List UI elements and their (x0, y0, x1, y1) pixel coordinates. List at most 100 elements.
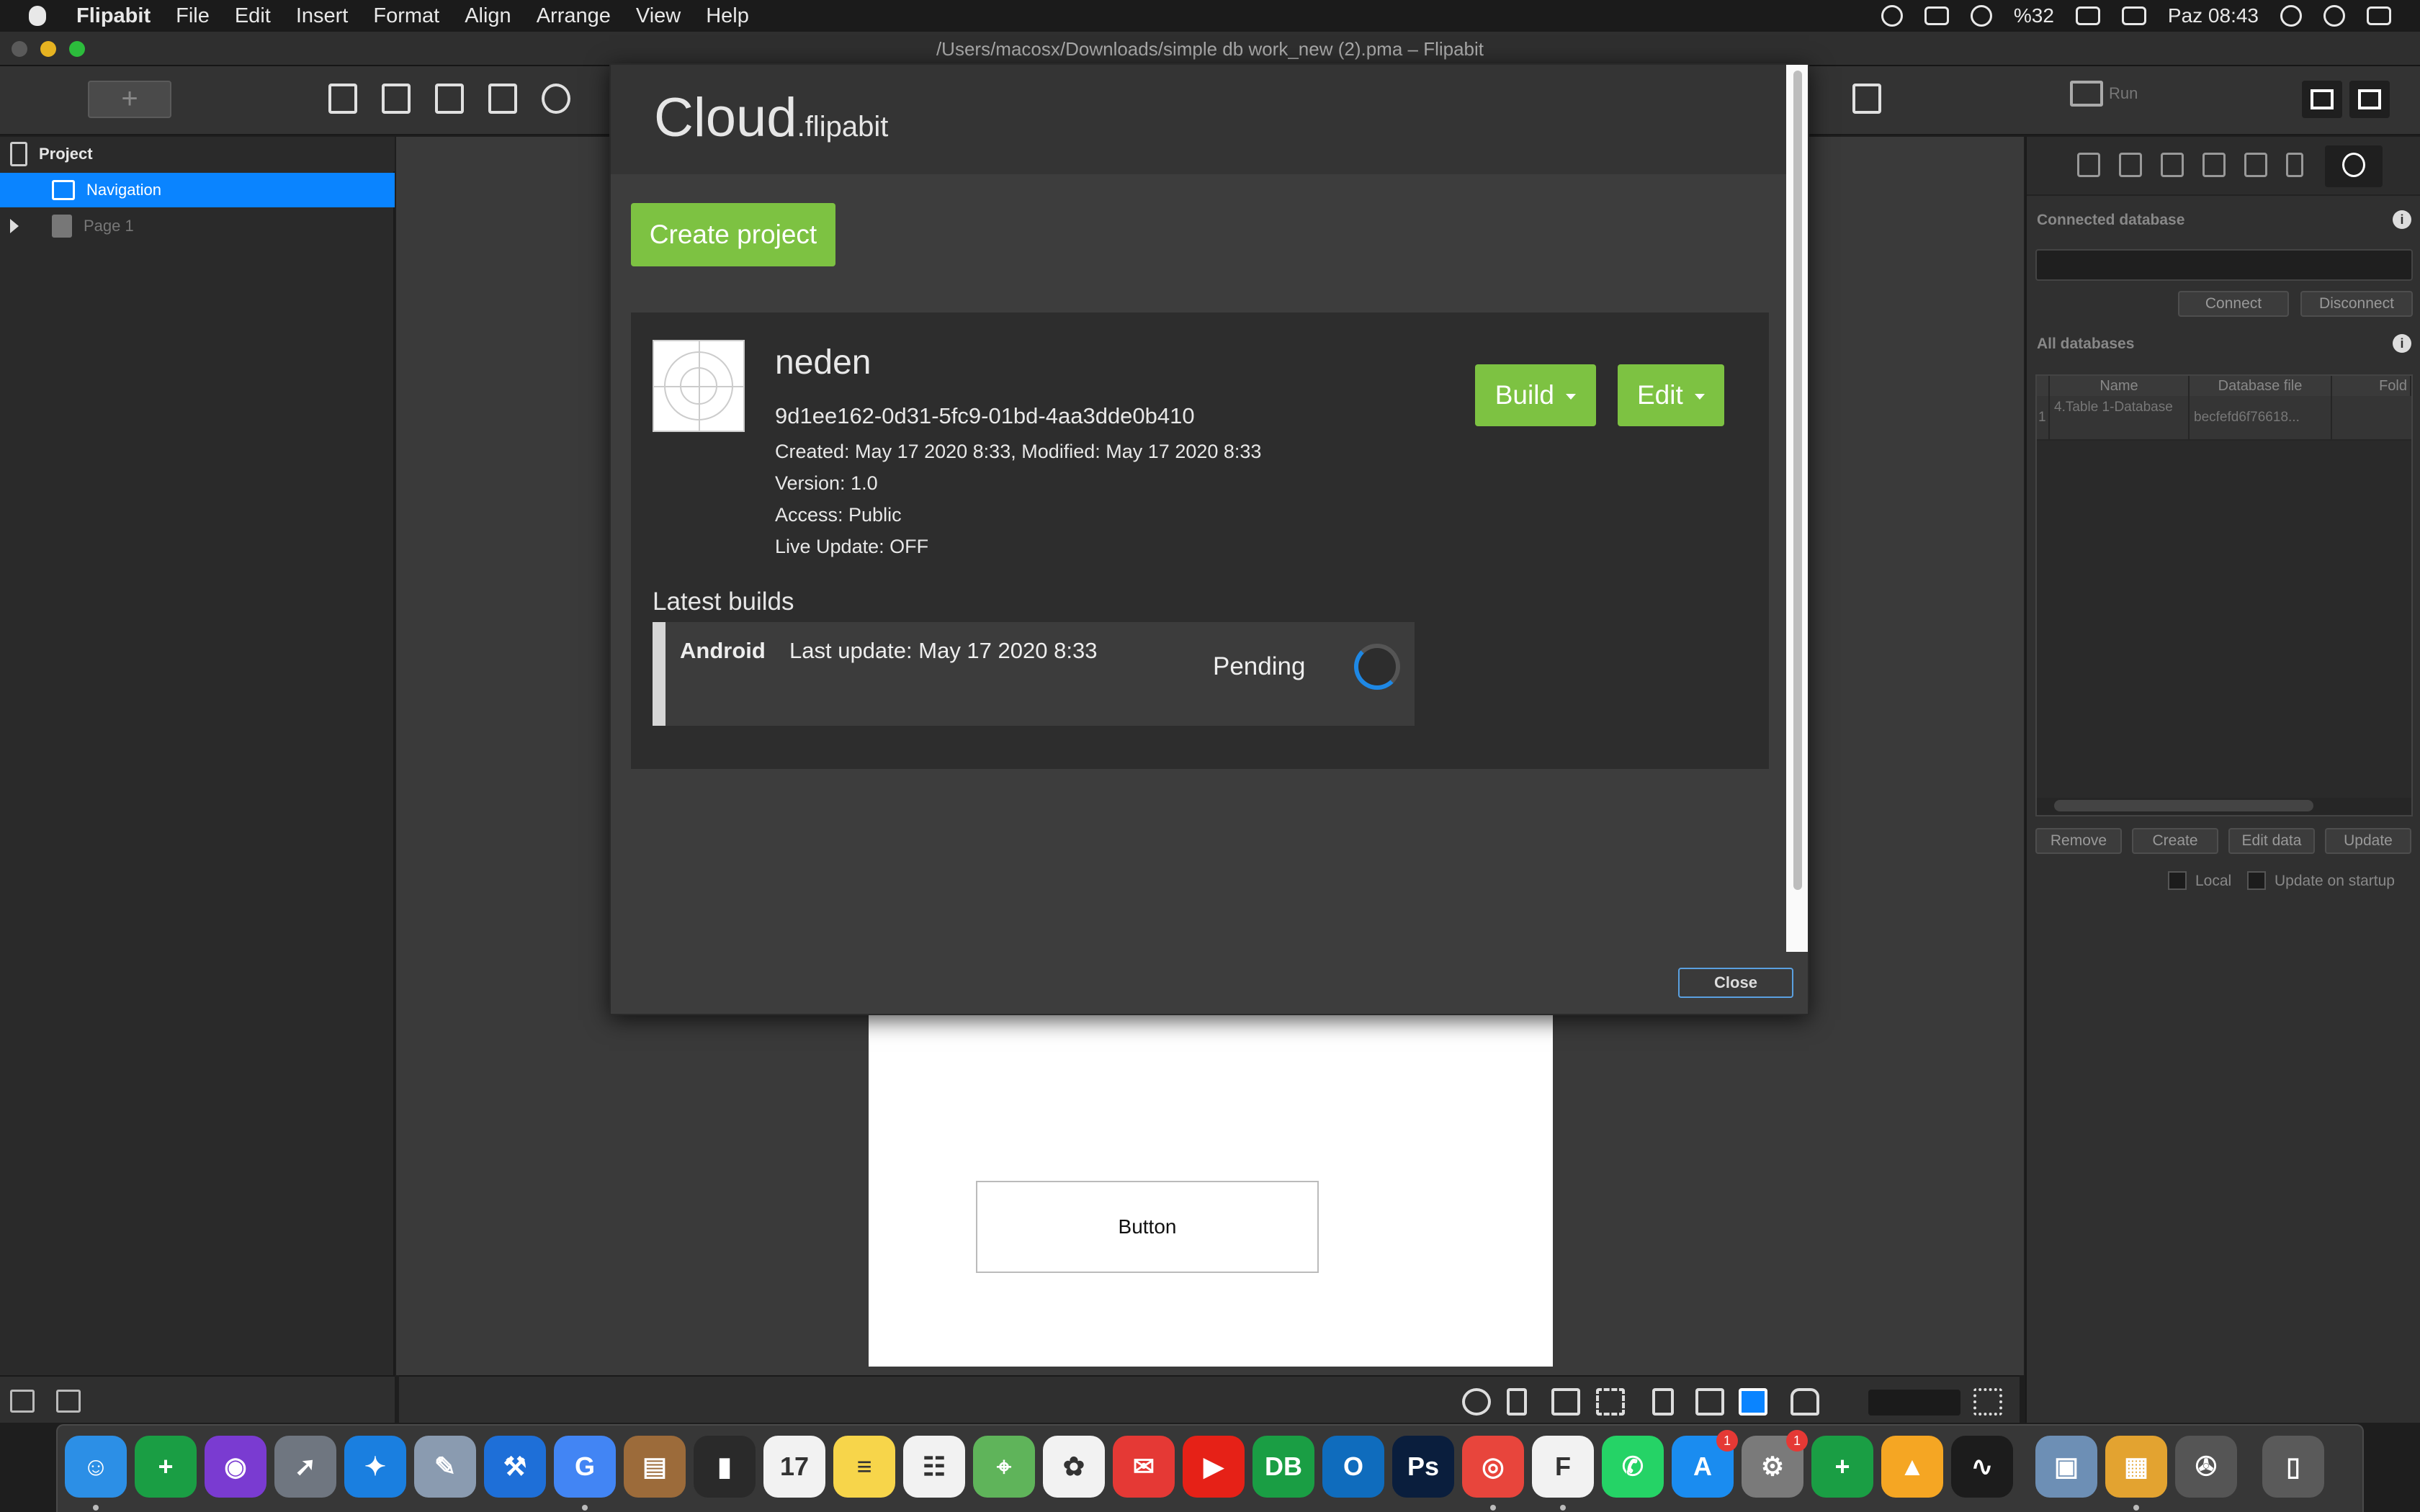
web-icon[interactable] (542, 84, 570, 114)
dock-app-translate[interactable]: G (554, 1436, 616, 1498)
siri-icon[interactable] (2323, 5, 2345, 27)
creative-cloud-icon[interactable] (1881, 5, 1903, 27)
info-icon[interactable]: i (2393, 334, 2411, 353)
device-frame-icon[interactable] (1507, 1388, 1527, 1416)
dock-app-siri[interactable]: ◉ (205, 1436, 266, 1498)
portrait-orientation-icon[interactable] (1652, 1388, 1674, 1416)
dock-app-preview[interactable]: ✎ (414, 1436, 476, 1498)
add-page-button[interactable]: + (88, 81, 171, 118)
menu-help[interactable]: Help (706, 4, 749, 28)
dock-app-photos[interactable]: ✿ (1043, 1436, 1105, 1498)
toggle-left-panel-button[interactable] (2302, 81, 2342, 118)
table-horizontal-scrollbar[interactable] (2037, 798, 2411, 815)
dock-app-whatsapp[interactable]: ✆ (1602, 1436, 1664, 1498)
disconnect-button[interactable]: Disconnect (2300, 291, 2413, 317)
dock-app-image-viewer[interactable]: ▣ (2035, 1436, 2097, 1498)
update-database-button[interactable]: Update (2325, 828, 2411, 854)
disclosure-triangle-icon[interactable] (10, 219, 19, 233)
dock-app-maps[interactable]: ⌖ (973, 1436, 1035, 1498)
tree-item-navigation[interactable]: Navigation (0, 173, 395, 207)
battery-icon[interactable] (2075, 6, 2100, 25)
dock-app-app-store[interactable]: A1 (1672, 1430, 1738, 1498)
calendar-menu-icon[interactable] (2121, 6, 2146, 25)
dock-app-mail[interactable]: ✉ (1113, 1436, 1175, 1498)
menu-align[interactable]: Align (465, 4, 511, 28)
dialog-scrollbar-thumb[interactable] (1793, 71, 1802, 890)
tab-device-icon[interactable] (2286, 153, 2303, 177)
selection-bounds-icon[interactable] (1596, 1388, 1625, 1416)
dock-app-db-browser[interactable]: DB (1252, 1436, 1314, 1498)
dock-app-trash[interactable]: ▯ (2262, 1436, 2324, 1498)
add-folder-icon[interactable] (56, 1390, 81, 1413)
brightness-icon[interactable] (1462, 1388, 1491, 1416)
tab-move-icon[interactable] (2119, 153, 2142, 177)
dock-app-xcode[interactable]: ⚒ (484, 1436, 546, 1498)
menu-edit[interactable]: Edit (235, 4, 271, 28)
run-button[interactable]: Run (2070, 81, 2138, 107)
menubar-clock[interactable]: Paz 08:43 (2168, 4, 2259, 27)
project-thumbnail[interactable] (653, 340, 745, 432)
connect-button[interactable]: Connect (2178, 291, 2289, 317)
dock-app-chrome[interactable]: ◎ (1462, 1436, 1524, 1498)
dock-app-system-preferences[interactable]: ⚙ 1 (1742, 1430, 1808, 1498)
hatch-pattern-icon[interactable] (1551, 1388, 1580, 1416)
tab-database-icon[interactable] (2342, 153, 2365, 177)
video-icon[interactable] (382, 84, 411, 114)
apple-menu-icon[interactable] (29, 6, 46, 26)
tablet-device-icon[interactable] (1739, 1388, 1767, 1416)
notification-center-icon[interactable] (2367, 6, 2391, 25)
create-database-button[interactable]: Create (2132, 828, 2218, 854)
toggle-right-panel-button[interactable] (2349, 81, 2390, 118)
update-on-startup-checkbox[interactable] (2247, 871, 2266, 890)
dock-app-flipabit[interactable]: F (1532, 1436, 1594, 1498)
tab-3d-icon[interactable] (2077, 153, 2100, 177)
tree-item-page-1[interactable]: Page 1 (0, 209, 395, 243)
dock-app-safari[interactable]: ✦ (344, 1436, 406, 1498)
dock-app-launchpad[interactable]: ➚ (274, 1436, 336, 1498)
scrollbar-thumb[interactable] (2054, 800, 2313, 811)
table-header-database-file[interactable]: Database file (2190, 376, 2332, 396)
remove-database-button[interactable]: Remove (2035, 828, 2122, 854)
tab-fill-icon[interactable] (2161, 153, 2184, 177)
local-checkbox[interactable] (2168, 871, 2187, 890)
close-button[interactable]: Close (1678, 968, 1793, 998)
dock-app-automator[interactable]: ✇ (2175, 1436, 2237, 1498)
dock-app-numbers[interactable]: + (135, 1436, 197, 1498)
table-row[interactable]: 1 4.Table 1-Database becfefd6f76618... (2037, 396, 2411, 441)
dock-app-archive[interactable]: ▦ (2105, 1436, 2167, 1498)
info-icon[interactable]: i (2393, 210, 2411, 229)
dialog-scrollbar[interactable] (1786, 65, 1808, 952)
dock-app-calendar[interactable]: 17 (763, 1436, 825, 1498)
edit-dropdown-button[interactable]: Edit (1618, 364, 1724, 426)
dock-app-charts[interactable]: ▮ (694, 1436, 756, 1498)
connected-database-field[interactable] (2035, 249, 2413, 281)
dock-app-reminders[interactable]: ☷ (903, 1436, 965, 1498)
tab-cursor-icon[interactable] (2202, 153, 2226, 177)
dock-app-youtube[interactable]: ▶ (1183, 1436, 1245, 1498)
text-icon[interactable] (435, 84, 464, 114)
collapse-icon[interactable] (1973, 1388, 2002, 1416)
image-icon[interactable] (328, 84, 357, 114)
table-header-folder[interactable]: Fold (2332, 376, 2411, 396)
build-dropdown-button[interactable]: Build (1475, 364, 1596, 426)
table-header-name[interactable]: Name (2050, 376, 2190, 396)
build-row[interactable]: Android Last update: May 17 2020 8:33 Pe… (653, 622, 1415, 726)
dock-app-sheets[interactable]: + (1811, 1436, 1873, 1498)
landscape-orientation-icon[interactable] (1695, 1388, 1724, 1416)
dock-app-outlook[interactable]: O (1322, 1436, 1384, 1498)
menu-view[interactable]: View (636, 4, 681, 28)
dock-app-finder[interactable]: ☺ (65, 1436, 127, 1498)
app-menu[interactable]: Flipabit (76, 4, 151, 28)
keyboard-icon[interactable] (1924, 6, 1949, 25)
canvas-button-element[interactable]: Button (976, 1181, 1319, 1273)
dock-app-notes[interactable]: ≡ (833, 1436, 895, 1498)
dock-app-firebase[interactable]: ▲ (1881, 1436, 1943, 1498)
battery-percent[interactable]: %32 (2014, 4, 2054, 27)
spotlight-search-icon[interactable] (2280, 5, 2302, 27)
wifi-icon[interactable] (1970, 5, 1992, 27)
menu-file[interactable]: File (176, 4, 210, 28)
pdf-icon[interactable] (488, 84, 517, 114)
create-project-button[interactable]: Create project (631, 203, 835, 266)
tab-text-icon[interactable] (2244, 153, 2267, 177)
menu-insert[interactable]: Insert (296, 4, 349, 28)
